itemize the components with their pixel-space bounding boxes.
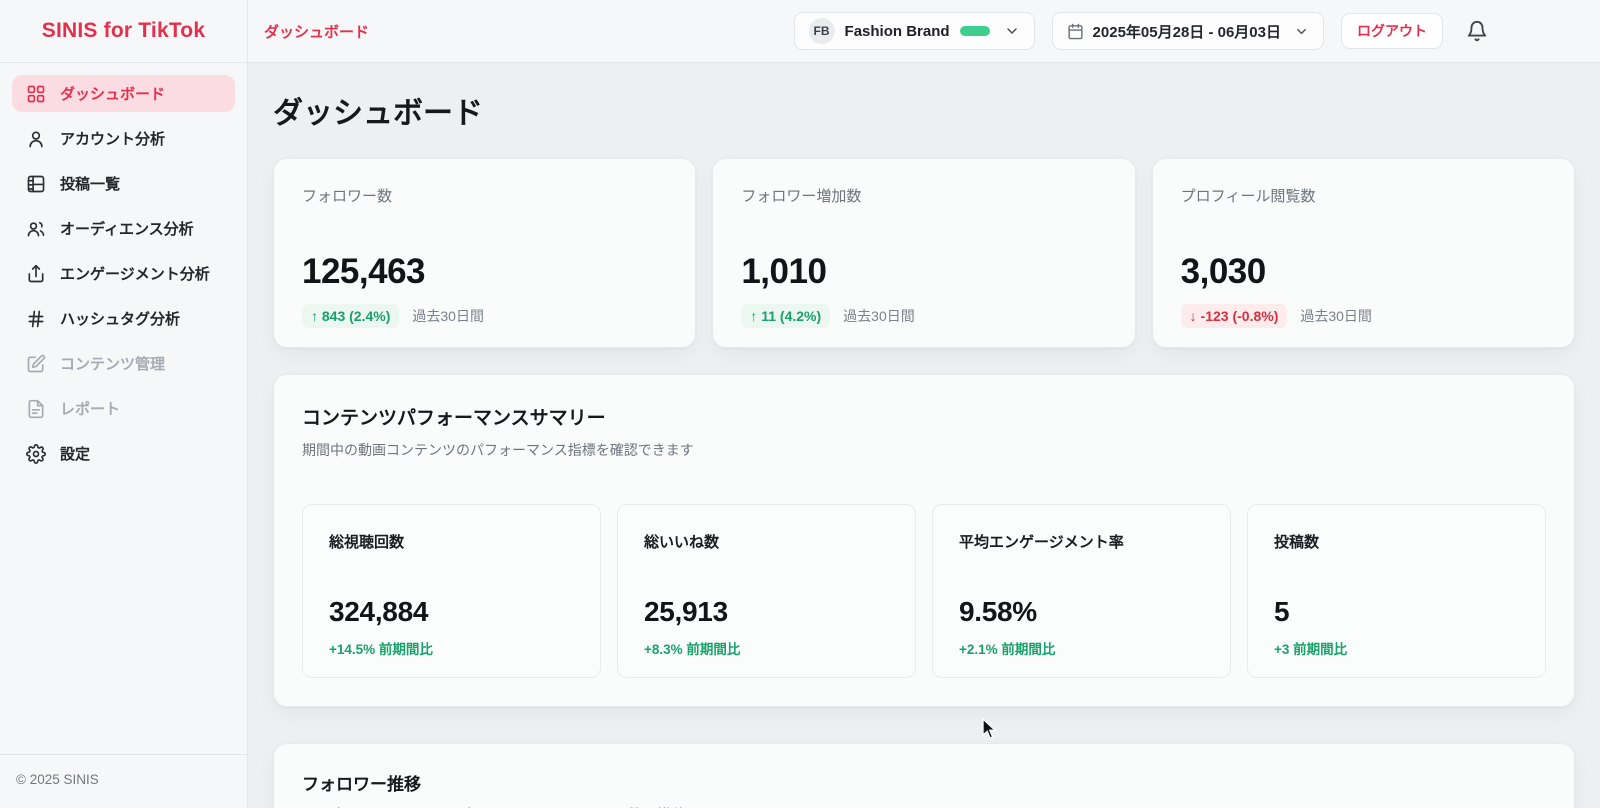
date-range-value: 2025年05月28日 - 06月03日 (1093, 21, 1281, 42)
sidebar-item-posts[interactable]: 投稿一覧 (12, 165, 235, 202)
sub-value: 9.58% (959, 596, 1204, 628)
change-badge: ↑ 843 (2.4%) (302, 304, 399, 328)
stat-label: フォロワー増加数 (741, 185, 1106, 206)
app-logo: SINIS for TikTok (0, 0, 247, 63)
bell-icon (1466, 20, 1488, 42)
total-likes-card: 総いいね数 25,913 +8.3% 前期間比 (617, 504, 916, 678)
sidebar-item-label: オーディエンス分析 (60, 218, 194, 239)
topbar: ダッシュボード FB Fashion Brand 2025年05月28日 - 0… (248, 0, 1600, 63)
copyright: © 2025 SINIS (0, 754, 247, 808)
sub-change: +14.5% 前期間比 (329, 638, 574, 658)
period-label: 過去30日間 (412, 306, 484, 326)
sidebar-item-label: ハッシュタグ分析 (60, 308, 180, 329)
stat-label: フォロワー数 (302, 185, 667, 206)
edit-icon (26, 354, 46, 374)
sidebar-item-engagement-analysis[interactable]: エンゲージメント分析 (12, 255, 235, 292)
sidebar-item-settings[interactable]: 設定 (12, 435, 235, 472)
sidebar-item-label: 投稿一覧 (60, 173, 120, 194)
page-title: ダッシュボード (273, 88, 1575, 132)
notification-bell-button[interactable] (1466, 20, 1488, 42)
stat-value: 3,030 (1181, 252, 1546, 292)
follower-trend-panel: フォロワー推移 2025年05月28日 〜 2025年06月03日のフォロワー数… (273, 743, 1575, 808)
sub-change: +2.1% 前期間比 (959, 638, 1204, 658)
dashboard-icon (26, 84, 46, 104)
summary-cards-row: 総視聴回数 324,884 +14.5% 前期間比 総いいね数 25,913 +… (302, 504, 1546, 678)
film-icon (26, 174, 46, 194)
post-count-card: 投稿数 5 +3 前期間比 (1247, 504, 1546, 678)
sidebar-item-hashtag-analysis[interactable]: ハッシュタグ分析 (12, 300, 235, 337)
change-badge: ↑ 11 (4.2%) (741, 304, 830, 328)
sidebar-item-label: ダッシュボード (60, 83, 165, 104)
users-icon (26, 219, 46, 239)
sub-label: 平均エンゲージメント率 (959, 531, 1204, 552)
content-performance-panel: コンテンツパフォーマンスサマリー 期間中の動画コンテンツのパフォーマンス指標を確… (273, 374, 1575, 707)
period-label: 過去30日間 (1300, 306, 1372, 326)
brand-selector[interactable]: FB Fashion Brand (794, 12, 1035, 50)
chevron-down-icon (1004, 23, 1020, 39)
trend-title: フォロワー推移 (302, 770, 1546, 795)
calendar-icon (1067, 23, 1084, 40)
trend-subtitle: 2025年05月28日 〜 2025年06月03日のフォロワー数の推移 (302, 804, 1546, 808)
sidebar-item-report[interactable]: レポート (12, 390, 235, 427)
sidebar: SINIS for TikTok ダッシュボード アカウント分析 投稿一覧 オー… (0, 0, 248, 808)
sidebar-item-label: 設定 (60, 443, 90, 464)
total-views-card: 総視聴回数 324,884 +14.5% 前期間比 (302, 504, 601, 678)
main-content: ダッシュボード フォロワー数 125,463 ↑ 843 (2.4%) 過去30… (248, 63, 1600, 808)
kpi-cards-row: フォロワー数 125,463 ↑ 843 (2.4%) 過去30日間 フォロワー… (273, 158, 1575, 348)
date-range-picker[interactable]: 2025年05月28日 - 06月03日 (1052, 12, 1324, 50)
hash-icon (26, 309, 46, 329)
sidebar-nav: ダッシュボード アカウント分析 投稿一覧 オーディエンス分析 エンゲージメント分… (0, 63, 247, 492)
logout-button[interactable]: ログアウト (1341, 13, 1443, 49)
stat-label: プロフィール閲覧数 (1181, 185, 1546, 206)
sidebar-item-label: アカウント分析 (60, 128, 165, 149)
sidebar-item-content-management[interactable]: コンテンツ管理 (12, 345, 235, 382)
period-label: 過去30日間 (843, 306, 915, 326)
sidebar-item-account-analysis[interactable]: アカウント分析 (12, 120, 235, 157)
sub-value: 5 (1274, 596, 1519, 628)
sub-change: +8.3% 前期間比 (644, 638, 889, 658)
brand-status-badge (960, 26, 990, 36)
sub-label: 総視聴回数 (329, 531, 574, 552)
stat-value: 1,010 (741, 252, 1106, 292)
brand-avatar: FB (809, 18, 835, 44)
follower-growth-card: フォロワー増加数 1,010 ↑ 11 (4.2%) 過去30日間 (712, 158, 1135, 348)
sidebar-item-label: レポート (60, 398, 120, 419)
panel-title: コンテンツパフォーマンスサマリー (302, 403, 1546, 430)
stat-value: 125,463 (302, 252, 667, 292)
gear-icon (26, 444, 46, 464)
sub-value: 324,884 (329, 596, 574, 628)
profile-views-card: プロフィール閲覧数 3,030 ↓ -123 (-0.8%) 過去30日間 (1152, 158, 1575, 348)
followers-card: フォロワー数 125,463 ↑ 843 (2.4%) 過去30日間 (273, 158, 696, 348)
sidebar-item-audience-analysis[interactable]: オーディエンス分析 (12, 210, 235, 247)
avg-engagement-card: 平均エンゲージメント率 9.58% +2.1% 前期間比 (932, 504, 1231, 678)
brand-name: Fashion Brand (845, 23, 950, 40)
change-badge: ↓ -123 (-0.8%) (1181, 304, 1288, 328)
sub-label: 総いいね数 (644, 531, 889, 552)
sub-label: 投稿数 (1274, 531, 1519, 552)
report-icon (26, 399, 46, 419)
breadcrumb[interactable]: ダッシュボード (264, 21, 369, 42)
sidebar-item-label: エンゲージメント分析 (60, 263, 210, 284)
chevron-down-icon (1294, 24, 1309, 39)
panel-subtitle: 期間中の動画コンテンツのパフォーマンス指標を確認できます (302, 440, 1546, 460)
sub-change: +3 前期間比 (1274, 638, 1519, 658)
sidebar-item-label: コンテンツ管理 (60, 353, 165, 374)
user-icon (26, 129, 46, 149)
sub-value: 25,913 (644, 596, 889, 628)
sidebar-item-dashboard[interactable]: ダッシュボード (12, 75, 235, 112)
share-icon (26, 264, 46, 284)
